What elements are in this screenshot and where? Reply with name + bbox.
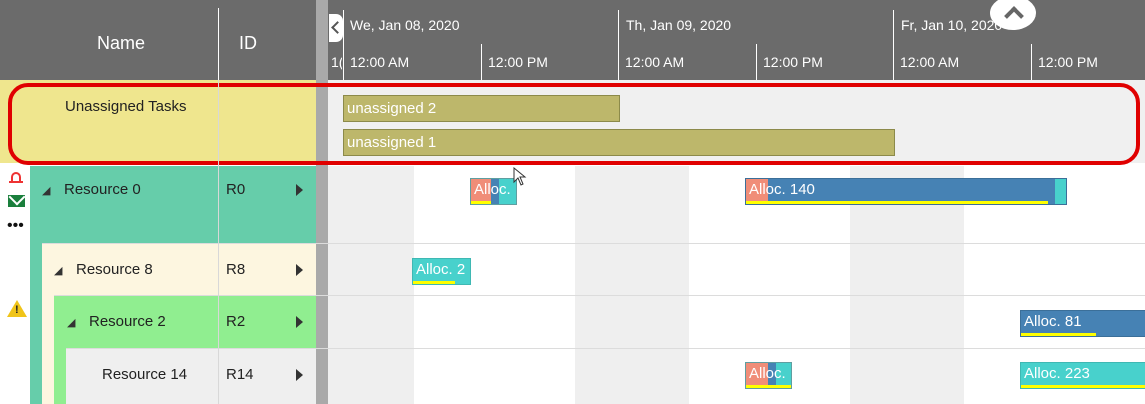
day-label: We, Jan 08, 2020 (350, 17, 460, 33)
chevron-up-icon (1004, 6, 1024, 26)
time-divider (481, 44, 482, 80)
grid-splitter[interactable] (316, 0, 328, 404)
day-divider (343, 10, 344, 80)
allocation-bar[interactable]: Alloc. 140 (745, 178, 1067, 205)
resource-name: Resource 14 (102, 366, 188, 383)
allocation-bar[interactable]: Alloc. 81 (1020, 310, 1145, 337)
bell-icon[interactable] (9, 170, 23, 184)
id-column-header[interactable] (219, 0, 315, 80)
allocation-bar[interactable]: Alloc. (470, 178, 517, 205)
allocation-bar[interactable]: Alloc. (745, 362, 792, 389)
day-divider (618, 10, 619, 80)
time-divider (756, 44, 757, 80)
time-label: 12:00 PM (1038, 54, 1098, 70)
row-arrow-icon[interactable] (296, 264, 303, 276)
expand-triangle-icon[interactable]: ◢ (67, 316, 75, 329)
time-label: 12:00 AM (350, 54, 410, 70)
column-divider (218, 80, 219, 404)
id-column-title: ID (239, 33, 257, 53)
time-label: 12:00 AM (900, 54, 960, 70)
row-indent-bar (30, 243, 42, 404)
name-column-title: Name (97, 33, 146, 53)
envelope-icon[interactable] (8, 188, 26, 207)
expand-triangle-icon[interactable]: ◢ (54, 264, 62, 277)
allocation-label: Alloc. 2 (416, 261, 466, 278)
day-label: Fr, Jan 10, 2020 (901, 17, 1003, 33)
allocation-label: Alloc. 140 (749, 181, 815, 198)
time-label: 12:00 AM (625, 54, 685, 70)
resource-name: Resource 2 (89, 313, 166, 330)
day-divider (893, 10, 894, 80)
scroll-left-button[interactable] (329, 14, 344, 42)
time-label: 1( (331, 54, 342, 70)
resource-id: R14 (226, 366, 254, 383)
resource-name: Resource 0 (64, 181, 141, 198)
day-label: Th, Jan 09, 2020 (626, 17, 732, 33)
allocation-label: Alloc. 223 (1024, 365, 1090, 382)
warning-icon[interactable]: ! (7, 300, 27, 317)
time-label: 12:00 PM (763, 54, 823, 70)
non-working-time-band (328, 166, 414, 404)
row-indent-bar (42, 295, 54, 404)
more-icon[interactable]: ••• (7, 218, 24, 234)
resource-id: R8 (226, 261, 246, 278)
chevron-left-icon (331, 21, 344, 34)
allocation-bar[interactable]: Alloc. 223 (1020, 362, 1145, 389)
resource-name: Resource 8 (76, 261, 153, 278)
non-working-time-band (575, 166, 689, 404)
row-arrow-icon[interactable] (296, 184, 303, 196)
time-divider (1031, 44, 1032, 80)
row-arrow-icon[interactable] (296, 369, 303, 381)
allocation-bar[interactable]: Alloc. 2 (412, 258, 471, 285)
highlight-outline (8, 83, 1140, 165)
resource-id: R2 (226, 313, 246, 330)
resource-row[interactable] (30, 166, 316, 243)
resource-id: R0 (226, 181, 246, 198)
time-label: 12:00 PM (488, 54, 548, 70)
row-indent-bar (54, 348, 66, 404)
expand-triangle-icon[interactable]: ◢ (42, 184, 50, 197)
allocation-label: Alloc. (474, 181, 511, 198)
row-arrow-icon[interactable] (296, 316, 303, 328)
allocation-label: Alloc. 81 (1024, 313, 1082, 330)
allocation-label: Alloc. (749, 365, 786, 382)
